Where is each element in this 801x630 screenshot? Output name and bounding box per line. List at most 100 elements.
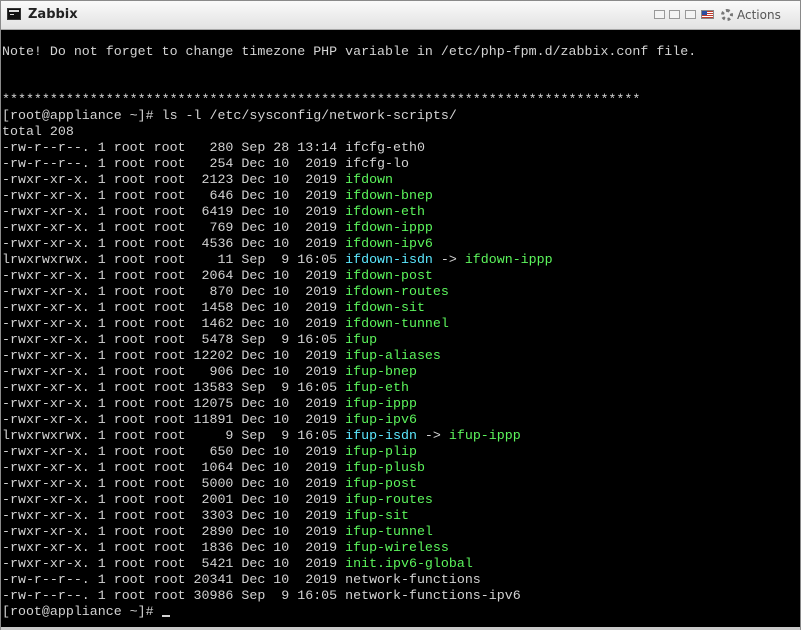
file-name: ifup-bnep <box>345 364 417 379</box>
prompt-text: [root@appliance ~]# <box>2 604 162 619</box>
file-name: ifup-plip <box>345 444 417 459</box>
file-metadata: -rwxr-xr-x. 1 root root 1064 Dec 10 2019 <box>2 460 346 475</box>
file-name: network-functions <box>345 572 481 587</box>
listing-row: -rwxr-xr-x. 1 root root 5478 Sep 9 16:05… <box>2 332 377 348</box>
listing-row: -rwxr-xr-x. 1 root root 769 Dec 10 2019 … <box>2 220 433 236</box>
listing-row: -rwxr-xr-x. 1 root root 906 Dec 10 2019 … <box>2 364 417 380</box>
file-name: ifup-ipv6 <box>345 412 417 427</box>
file-name: ifup-ippp <box>345 396 417 411</box>
listing-row: -rwxr-xr-x. 1 root root 1064 Dec 10 2019… <box>2 460 425 476</box>
file-metadata: -rwxr-xr-x. 1 root root 3303 Dec 10 2019 <box>2 508 346 523</box>
listing-row: -rw-r--r--. 1 root root 280 Sep 28 13:14… <box>2 140 425 156</box>
file-name: ifup-eth <box>345 380 409 395</box>
terminal-console[interactable]: Note! Do not forget to change timezone P… <box>1 30 800 627</box>
restore-icon[interactable] <box>669 10 680 19</box>
listing-row: -rwxr-xr-x. 1 root root 650 Dec 10 2019 … <box>2 444 417 460</box>
listing-row: -rwxr-xr-x. 1 root root 2064 Dec 10 2019… <box>2 268 433 284</box>
file-metadata: -rwxr-xr-x. 1 root root 1836 Dec 10 2019 <box>2 540 346 555</box>
file-name: ifdown <box>345 172 394 187</box>
title-bar: Zabbix Actions <box>1 1 800 30</box>
listing-row: -rwxr-xr-x. 1 root root 1836 Dec 10 2019… <box>2 540 449 556</box>
file-metadata: -rwxr-xr-x. 1 root root 12075 Dec 10 201… <box>2 396 346 411</box>
separator-line: ****************************************… <box>2 92 641 107</box>
file-name: init.ipv6-global <box>345 556 473 571</box>
listing-row: lrwxrwxrwx. 1 root root 9 Sep 9 16:05 if… <box>2 428 521 444</box>
file-metadata: -rwxr-xr-x. 1 root root 4536 Dec 10 2019 <box>2 236 346 251</box>
file-name: ifup-wireless <box>345 540 449 555</box>
listing-row: -rwxr-xr-x. 1 root root 5421 Dec 10 2019… <box>2 556 473 572</box>
file-metadata: -rwxr-xr-x. 1 root root 5000 Dec 10 2019 <box>2 476 346 491</box>
file-metadata: -rwxr-xr-x. 1 root root 870 Dec 10 2019 <box>2 284 346 299</box>
listing-row: -rwxr-xr-x. 1 root root 6419 Dec 10 2019… <box>2 204 425 220</box>
listing-row: lrwxrwxrwx. 1 root root 11 Sep 9 16:05 i… <box>2 252 553 268</box>
file-name: ifup-sit <box>345 508 409 523</box>
file-name: ifup-post <box>345 476 417 491</box>
file-metadata: -rwxr-xr-x. 1 root root 2001 Dec 10 2019 <box>2 492 346 507</box>
symlink-target: ifdown-ippp <box>464 252 553 267</box>
total-line: total 208 <box>2 124 74 139</box>
listing-row: -rwxr-xr-x. 1 root root 870 Dec 10 2019 … <box>2 284 449 300</box>
file-metadata: -rwxr-xr-x. 1 root root 650 Dec 10 2019 <box>2 444 346 459</box>
prompt-line: [root@appliance ~]# <box>2 604 170 620</box>
actions-menu-button[interactable]: Actions <box>721 6 781 24</box>
cursor <box>161 615 170 617</box>
file-metadata: -rwxr-xr-x. 1 root root 769 Dec 10 2019 <box>2 220 346 235</box>
file-metadata: -rwxr-xr-x. 1 root root 5478 Sep 9 16:05 <box>2 332 346 347</box>
terminal-window: Zabbix Actions Note! Do not forget to ch… <box>0 0 801 630</box>
file-metadata: -rwxr-xr-x. 1 root root 2064 Dec 10 2019 <box>2 268 346 283</box>
window-title: Zabbix <box>28 7 78 22</box>
symlink-arrow: -> <box>432 252 465 267</box>
file-name: ifdown-eth <box>345 204 425 219</box>
listing-row: -rwxr-xr-x. 1 root root 3303 Dec 10 2019… <box>2 508 409 524</box>
file-metadata: -rw-r--r--. 1 root root 280 Sep 28 13:14 <box>2 140 346 155</box>
listing-row: -rwxr-xr-x. 1 root root 4536 Dec 10 2019… <box>2 236 433 252</box>
file-name: ifdown-routes <box>345 284 449 299</box>
listing-row: -rwxr-xr-x. 1 root root 5000 Dec 10 2019… <box>2 476 417 492</box>
terminal-icon <box>7 8 21 20</box>
file-metadata: -rwxr-xr-x. 1 root root 646 Dec 10 2019 <box>2 188 346 203</box>
file-metadata: -rwxr-xr-x. 1 root root 2890 Dec 10 2019 <box>2 524 346 539</box>
file-name: ifup-aliases <box>345 348 441 363</box>
listing-row: -rwxr-xr-x. 1 root root 12202 Dec 10 201… <box>2 348 441 364</box>
actions-label: Actions <box>737 8 781 22</box>
file-metadata: -rwxr-xr-x. 1 root root 1462 Dec 10 2019 <box>2 316 346 331</box>
listing-row: -rwxr-xr-x. 1 root root 2890 Dec 10 2019… <box>2 524 433 540</box>
file-name: ifcfg-lo <box>345 156 409 171</box>
file-metadata: -rw-r--r--. 1 root root 30986 Sep 9 16:0… <box>2 588 346 603</box>
file-metadata: -rwxr-xr-x. 1 root root 13583 Sep 9 16:0… <box>2 380 346 395</box>
file-metadata: -rwxr-xr-x. 1 root root 6419 Dec 10 2019 <box>2 204 346 219</box>
file-name: ifdown-ippp <box>345 220 433 235</box>
file-metadata: -rwxr-xr-x. 1 root root 906 Dec 10 2019 <box>2 364 346 379</box>
file-name: ifcfg-eth0 <box>345 140 425 155</box>
file-metadata: -rwxr-xr-x. 1 root root 1458 Dec 10 2019 <box>2 300 346 315</box>
file-metadata: -rw-r--r--. 1 root root 20341 Dec 10 201… <box>2 572 346 587</box>
listing-row: -rwxr-xr-x. 1 root root 1462 Dec 10 2019… <box>2 316 449 332</box>
file-name: ifup-isdn <box>345 428 417 443</box>
listing-row: -rwxr-xr-x. 1 root root 13583 Sep 9 16:0… <box>2 380 409 396</box>
gear-icon <box>721 9 733 21</box>
listing-row: -rw-r--r--. 1 root root 254 Dec 10 2019 … <box>2 156 409 172</box>
listing-row: -rwxr-xr-x. 1 root root 1458 Dec 10 2019… <box>2 300 425 316</box>
timezone-notice: Note! Do not forget to change timezone P… <box>2 44 697 59</box>
file-name: ifdown-bnep <box>345 188 433 203</box>
file-name: ifup <box>345 332 378 347</box>
keyboard-layout-flag-icon[interactable] <box>701 10 714 19</box>
file-metadata: -rwxr-xr-x. 1 root root 11891 Dec 10 201… <box>2 412 346 427</box>
file-name: ifdown-ipv6 <box>345 236 433 251</box>
maximize-icon[interactable] <box>685 10 696 19</box>
file-metadata: -rwxr-xr-x. 1 root root 5421 Dec 10 2019 <box>2 556 346 571</box>
listing-row: -rwxr-xr-x. 1 root root 646 Dec 10 2019 … <box>2 188 433 204</box>
listing-row: -rwxr-xr-x. 1 root root 2123 Dec 10 2019… <box>2 172 393 188</box>
command-line: [root@appliance ~]# ls -l /etc/sysconfig… <box>2 108 457 123</box>
file-name: ifup-routes <box>345 492 433 507</box>
file-metadata: -rwxr-xr-x. 1 root root 2123 Dec 10 2019 <box>2 172 346 187</box>
symlink-target: ifup-ippp <box>448 428 521 443</box>
listing-row: -rw-r--r--. 1 root root 20341 Dec 10 201… <box>2 572 481 588</box>
file-name: ifup-tunnel <box>345 524 433 539</box>
minimize-icon[interactable] <box>654 10 665 19</box>
listing-row: -rw-r--r--. 1 root root 30986 Sep 9 16:0… <box>2 588 521 604</box>
file-name: network-functions-ipv6 <box>345 588 521 603</box>
file-metadata: lrwxrwxrwx. 1 root root 11 Sep 9 16:05 <box>2 252 346 267</box>
file-metadata: lrwxrwxrwx. 1 root root 9 Sep 9 16:05 <box>2 428 346 443</box>
file-name: ifdown-sit <box>345 300 425 315</box>
